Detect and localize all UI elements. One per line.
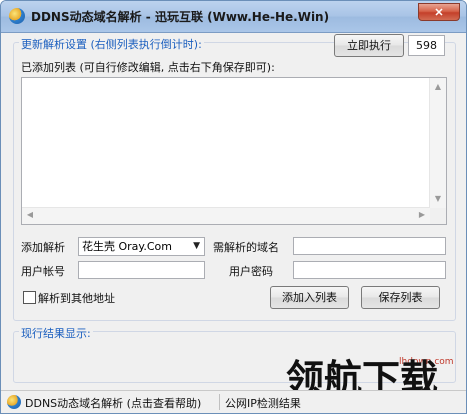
other-address-checkbox[interactable]: [23, 291, 36, 304]
title-bar[interactable]: DDNS动态域名解析 - 迅玩互联 (Www.He-He.Win) ✕: [1, 1, 466, 33]
scroll-right-icon[interactable]: ▶: [414, 208, 430, 222]
update-settings-label: 更新解析设置 (右侧列表执行倒计时):: [19, 36, 204, 52]
scroll-corner: [430, 208, 446, 224]
domain-label: 需解析的域名: [213, 241, 279, 254]
record-list[interactable]: ▲ ▼ ◀ ▶: [21, 77, 447, 225]
list-caption: 已添加列表 (可自行修改编辑, 点击右下角保存即可):: [21, 61, 275, 74]
account-label: 用户帐号: [21, 265, 65, 278]
window-title: DDNS动态域名解析 - 迅玩互联 (Www.He-He.Win): [31, 10, 330, 24]
vertical-scrollbar[interactable]: ▲ ▼: [429, 78, 446, 208]
horizontal-scrollbar[interactable]: ◀ ▶: [22, 207, 430, 224]
globe-status-icon: [7, 395, 21, 409]
countdown-display: 598: [408, 35, 445, 56]
status-separator: [219, 394, 220, 410]
other-address-label[interactable]: 解析到其他地址: [38, 290, 115, 306]
domain-input[interactable]: [293, 237, 446, 255]
password-input[interactable]: [293, 261, 446, 279]
provider-selected-value: 花生壳 Oray.Com: [82, 240, 172, 253]
scroll-up-icon[interactable]: ▲: [430, 80, 446, 94]
scroll-down-icon[interactable]: ▼: [430, 192, 446, 206]
status-ip-result: 公网IP检测结果: [225, 397, 301, 410]
status-help-link[interactable]: DDNS动态域名解析 (点击查看帮助): [25, 395, 201, 411]
execute-now-button[interactable]: 立即执行: [334, 34, 404, 57]
chevron-down-icon: ▼: [193, 241, 200, 251]
status-bar: DDNS动态域名解析 (点击查看帮助) 公网IP检测结果: [1, 390, 466, 413]
add-to-list-button[interactable]: 添加入列表: [270, 286, 349, 309]
save-list-button[interactable]: 保存列表: [361, 286, 440, 309]
scroll-left-icon[interactable]: ◀: [22, 208, 38, 222]
result-label: 现行结果显示:: [19, 325, 93, 341]
app-window: DDNS动态域名解析 - 迅玩互联 (Www.He-He.Win) ✕ 更新解析…: [0, 0, 467, 414]
password-label: 用户密码: [229, 265, 273, 278]
close-button[interactable]: ✕: [418, 3, 460, 21]
provider-select[interactable]: 花生壳 Oray.Com ▼: [78, 237, 205, 256]
add-record-label: 添加解析: [21, 241, 65, 254]
globe-app-icon: [9, 8, 25, 24]
account-input[interactable]: [78, 261, 205, 279]
